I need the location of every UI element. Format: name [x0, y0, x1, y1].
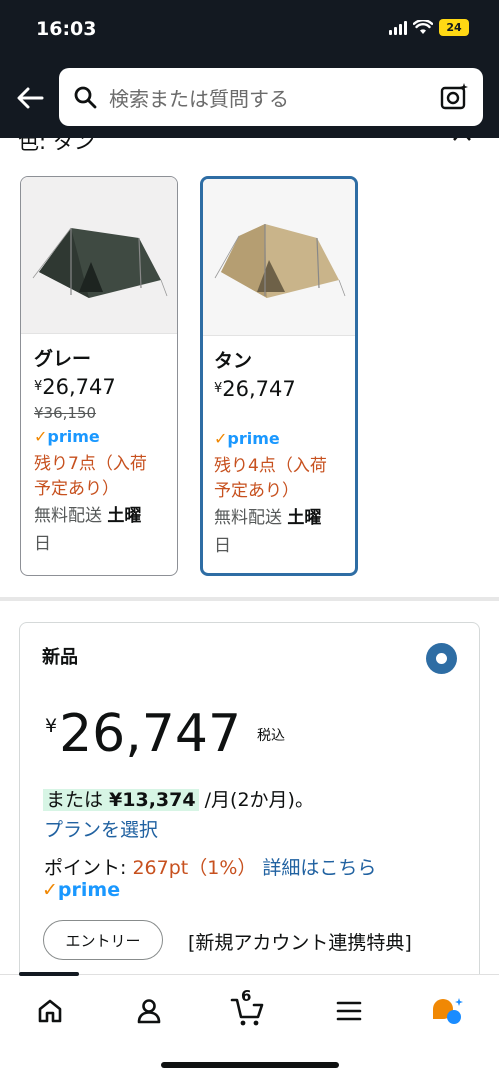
prime-badge: ✓prime — [42, 879, 120, 901]
offer-price: ¥ 26,747 税込 — [45, 703, 285, 765]
back-button[interactable] — [14, 84, 46, 112]
cart-count: 6 — [241, 987, 252, 1005]
tent-image — [214, 224, 346, 298]
home-indicator — [161, 1062, 339, 1068]
ship-day: 土曜 — [107, 506, 142, 526]
points-info: ポイント: 267pt（1%） 詳細はこちら — [44, 853, 376, 880]
prime-badge: ✓prime — [214, 426, 355, 452]
signal-icon — [389, 20, 407, 35]
new-offer-card[interactable]: 新品 ¥ 26,747 税込 または ¥13,374 /月(2か月)。 プランを… — [19, 622, 480, 1002]
installment-highlight: または ¥13,374 — [43, 789, 199, 811]
installment-suffix: /月(2か月)。 — [198, 789, 314, 811]
nav-menu[interactable] — [329, 991, 369, 1031]
prime-check-icon: ✓ — [214, 429, 228, 448]
stock-line-2: 予定あり） — [214, 481, 299, 501]
installment-amount: ¥13,374 — [109, 789, 196, 811]
hamburger-menu-icon — [336, 1001, 362, 1021]
color-swatch-gray[interactable]: グレー ¥26,747 ¥36,150 ✓prime 残り7点（入荷 予定あり） … — [20, 176, 178, 576]
rufus-assistant-icon — [433, 998, 463, 1024]
stock-status: 残り4点（入荷 予定あり） — [214, 454, 355, 504]
battery-icon: 24 — [439, 19, 469, 36]
entry-description: [新規アカウント連携特典] — [188, 932, 412, 954]
installment-info: または ¥13,374 /月(2か月)。 — [43, 785, 314, 812]
installment-prefix: または — [46, 789, 110, 811]
prime-label: prime — [57, 879, 121, 901]
shipping-info: 無料配送 土曜日 — [34, 502, 177, 558]
ship-suffix: 日 — [214, 536, 231, 556]
shipping-info: 無料配送 土曜日 — [214, 504, 355, 560]
stock-line-1: 残り4点（入荷 — [214, 456, 327, 476]
ship-prefix: 無料配送 — [34, 506, 108, 526]
wifi-icon — [413, 20, 433, 34]
prime-label: prime — [47, 427, 100, 446]
points-details-link[interactable]: 詳細はこちら — [262, 857, 376, 879]
stock-line-1: 残り7点（入荷 — [34, 454, 147, 474]
status-time: 16:03 — [36, 18, 97, 40]
ship-suffix: 日 — [34, 534, 51, 554]
search-placeholder: 検索または質問する — [109, 86, 289, 111]
list-price: ¥36,150 — [34, 404, 97, 422]
offer-radio-selected[interactable] — [426, 643, 457, 674]
entry-button[interactable]: エントリー — [43, 920, 163, 960]
search-input[interactable]: 検索または質問する — [59, 68, 483, 126]
nav-assistant[interactable] — [428, 991, 468, 1031]
battery-level: 24 — [446, 21, 462, 34]
swatch-price: ¥26,747 — [214, 374, 355, 404]
color-label: 色: タン — [18, 130, 95, 154]
price-value: 26,747 — [222, 377, 296, 401]
prime-badge: ✓prime — [34, 424, 177, 450]
active-tab-indicator — [19, 972, 79, 976]
currency-symbol: ¥ — [45, 715, 58, 737]
stock-status: 残り7点（入荷 予定あり） — [34, 452, 177, 502]
prime-label: prime — [227, 429, 280, 448]
search-icon — [73, 85, 97, 109]
nav-home[interactable] — [30, 991, 70, 1031]
ship-prefix: 無料配送 — [214, 508, 288, 528]
offer-title: 新品 — [42, 647, 78, 668]
tent-image — [32, 227, 168, 298]
home-icon — [38, 999, 62, 1023]
prime-check-icon: ✓ — [42, 879, 58, 901]
camera-search-icon[interactable] — [439, 82, 469, 112]
color-swatch-tan[interactable]: タン ¥26,747 ✓prime 残り4点（入荷 予定あり） 無料配送 土曜日 — [200, 176, 358, 576]
swatch-name: タン — [214, 350, 253, 372]
person-icon — [137, 999, 161, 1024]
tax-label: 税込 — [257, 728, 286, 744]
prime-check-icon: ✓ — [34, 427, 48, 446]
points-label: ポイント: — [44, 857, 133, 879]
price-amount: 26,747 — [59, 704, 242, 764]
section-divider — [0, 597, 499, 601]
points-value: 267pt（1%） — [132, 857, 257, 879]
nav-account[interactable] — [129, 991, 169, 1031]
product-image-gray — [21, 177, 177, 334]
swatch-price: ¥26,747 — [34, 372, 177, 402]
ship-day: 土曜 — [287, 508, 322, 528]
back-arrow-icon — [17, 87, 44, 109]
swatch-name: グレー — [34, 348, 92, 370]
nav-cart[interactable]: 6 — [228, 987, 268, 1031]
stock-line-2: 予定あり） — [34, 479, 119, 499]
price-value: 26,747 — [42, 375, 116, 399]
select-plan-link[interactable]: プランを選択 — [44, 815, 158, 842]
chevron-up-icon[interactable] — [452, 128, 472, 142]
status-icons: 24 — [389, 19, 469, 36]
product-image-tan — [203, 179, 355, 336]
